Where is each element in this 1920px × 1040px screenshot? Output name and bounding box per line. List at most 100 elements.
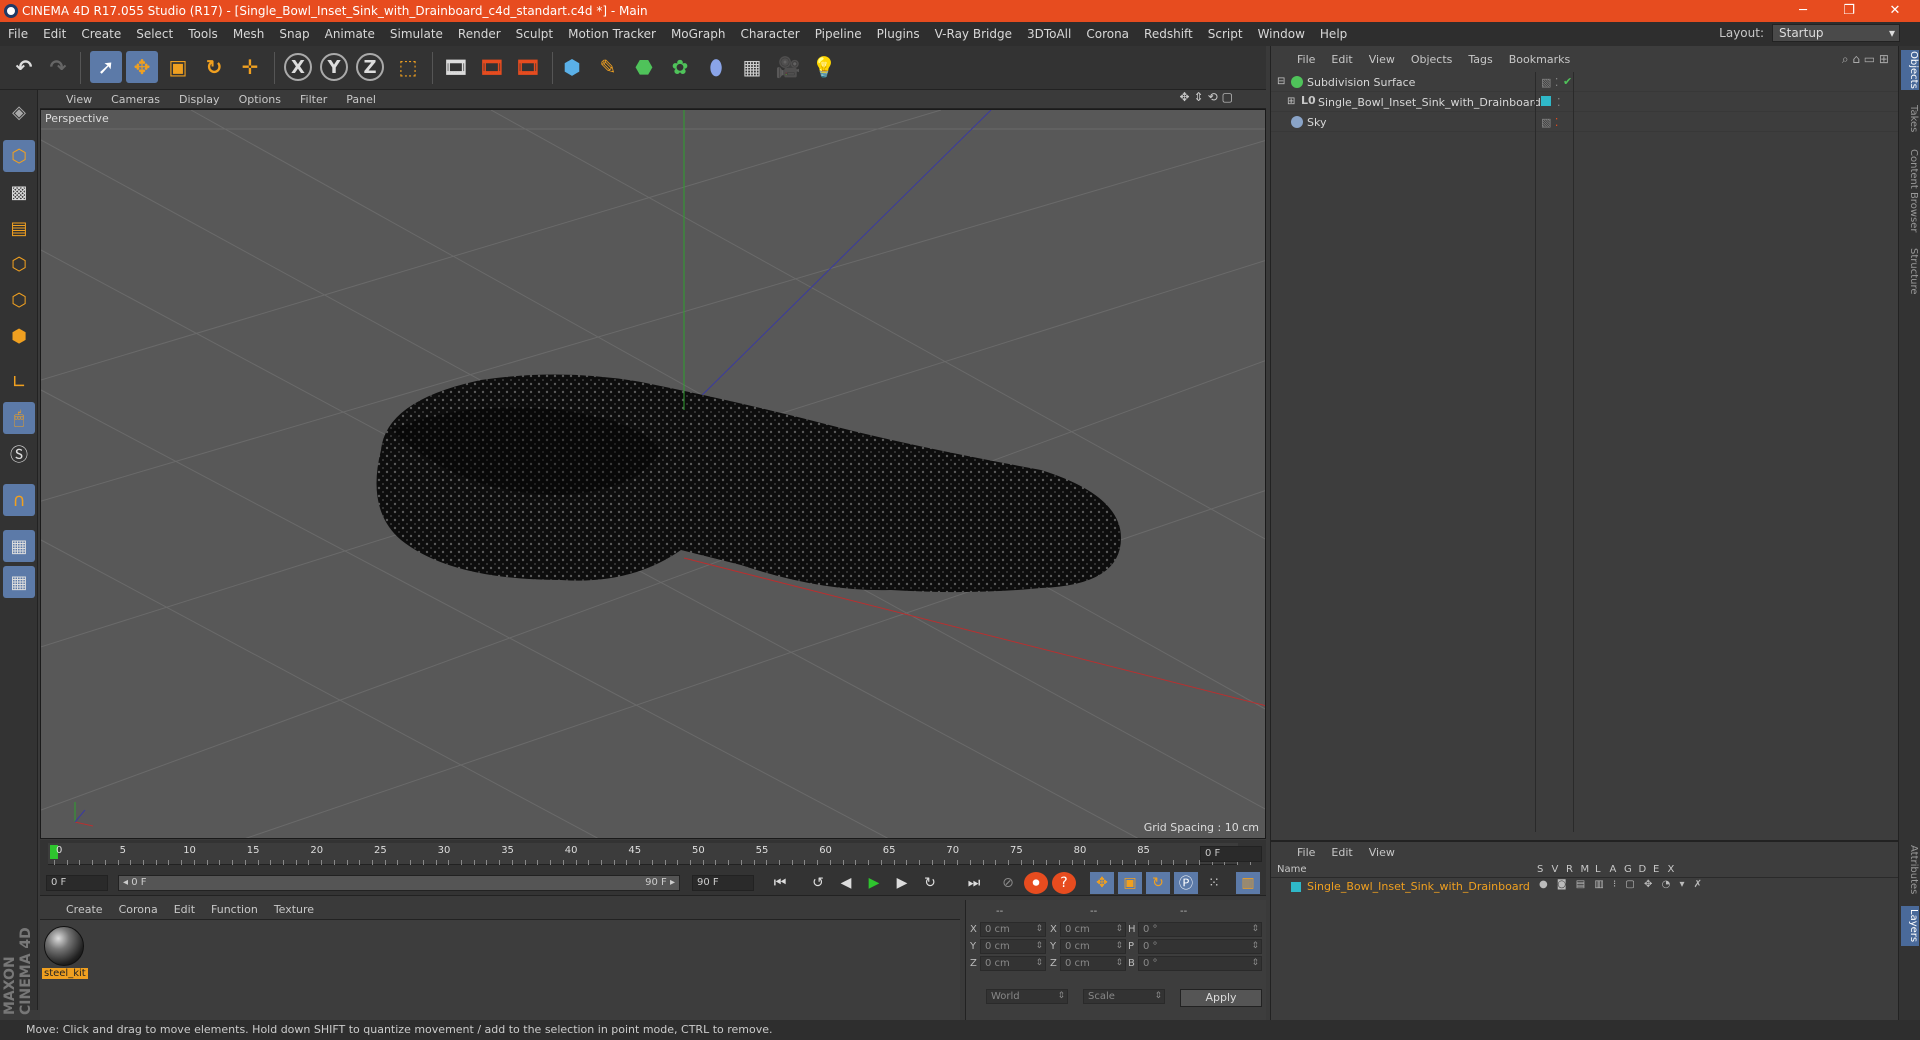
menu-create[interactable]: Create <box>81 27 121 41</box>
coord-value-field[interactable]: 0 cm <box>1060 939 1126 954</box>
material-preview-sphere[interactable] <box>44 926 84 966</box>
key-scale-icon[interactable]: ▣ <box>1118 872 1142 894</box>
sink-model[interactable] <box>376 374 1122 593</box>
menu-v-ray-bridge[interactable]: V-Ray Bridge <box>935 27 1012 41</box>
layer-menu-edit[interactable]: Edit <box>1331 846 1352 859</box>
rotate-tool-icon[interactable]: ↻ <box>198 51 230 83</box>
record-key-icon[interactable]: ⏺ <box>1024 872 1048 894</box>
collapse-icon[interactable]: ⊟ <box>1277 76 1285 87</box>
object-row-sky[interactable]: Sky ▧ ⁚ <box>1271 112 1899 132</box>
prev-key-icon[interactable]: ↺ <box>806 872 830 894</box>
menu-corona[interactable]: Corona <box>1086 27 1129 41</box>
make-editable-icon[interactable]: ◈ <box>3 96 35 128</box>
workplane-lock-icon[interactable]: ▦ <box>3 530 35 562</box>
texture-mode-icon[interactable]: ▩ <box>3 176 35 208</box>
key-rotation-icon[interactable]: ↻ <box>1146 872 1170 894</box>
visibility-dots-icon[interactable]: ▧ ⁚ <box>1541 116 1558 129</box>
layer-column-r[interactable]: R <box>1566 864 1573 875</box>
coord-mode-dropdown[interactable]: World <box>986 989 1068 1004</box>
layer-flag-icons[interactable]: ● ◙ ▤ ▥ ⁝ ▢ ✥ ◔ ▾ ✗ <box>1539 879 1705 890</box>
key-position-icon[interactable]: ✥ <box>1090 872 1114 894</box>
goto-end-icon[interactable]: ⏭ <box>962 872 986 894</box>
maximize-button[interactable]: ❐ <box>1826 0 1872 22</box>
layer-color-swatch[interactable] <box>1291 882 1301 892</box>
menu-redshift[interactable]: Redshift <box>1144 27 1193 41</box>
key-parameter-icon[interactable]: Ⓟ <box>1174 872 1198 894</box>
menu-edit[interactable]: Edit <box>43 27 66 41</box>
layer-menu-view[interactable]: View <box>1369 846 1395 859</box>
menu-file[interactable]: File <box>8 27 28 41</box>
layer-column-d[interactable]: D <box>1639 864 1647 875</box>
floor-icon[interactable]: ▦ <box>736 51 768 83</box>
viewport-menu-display[interactable]: Display <box>179 93 220 106</box>
timeline-window-icon[interactable]: ▥ <box>1236 872 1260 894</box>
auto-key-icon[interactable]: ? <box>1052 872 1076 894</box>
material-menu-texture[interactable]: Texture <box>274 903 314 916</box>
edges-mode-icon[interactable]: ⬡ <box>3 284 35 316</box>
points-mode-icon[interactable]: ⬡ <box>3 248 35 280</box>
layer-column-s[interactable]: S <box>1537 864 1543 875</box>
coord-value-field[interactable]: 0 cm <box>1060 922 1126 937</box>
menu-plugins[interactable]: Plugins <box>877 27 920 41</box>
next-frame-icon[interactable]: ▶ <box>890 872 914 894</box>
key-pla-icon[interactable]: ⁙ <box>1202 872 1226 894</box>
next-key-icon[interactable]: ↻ <box>918 872 942 894</box>
model-mode-icon[interactable]: ⬡ <box>3 140 35 172</box>
object-row-subdivision[interactable]: ⊟ Subdivision Surface ▧ ⁚ ✔ <box>1271 72 1899 92</box>
frame-range-slider[interactable]: ◂ 0 F 90 F ▸ <box>118 875 680 891</box>
layer-column-a[interactable]: A <box>1610 864 1617 875</box>
layer-column-x[interactable]: X <box>1668 864 1675 875</box>
viewport-menu-panel[interactable]: Panel <box>346 93 376 106</box>
coord-value-field[interactable]: 0 ° <box>1138 922 1262 937</box>
scale-tool-icon[interactable]: ▣ <box>162 51 194 83</box>
dock-tab-layers[interactable]: Layers <box>1901 906 1919 946</box>
viewport-menu-view[interactable]: View <box>66 93 92 106</box>
layer-column-e[interactable]: E <box>1653 864 1659 875</box>
viewport-menu-filter[interactable]: Filter <box>300 93 327 106</box>
object-menu-file[interactable]: File <box>1297 53 1315 66</box>
visibility-dots-icon[interactable]: ⁚ <box>1557 96 1561 109</box>
object-menu-bookmarks[interactable]: Bookmarks <box>1509 53 1570 66</box>
prev-frame-icon[interactable]: ◀ <box>834 872 858 894</box>
layer-column-l[interactable]: L <box>1595 864 1601 875</box>
timeline[interactable]: 051015202530354045505560657075808590 0 F <box>40 840 1266 870</box>
object-menu-tags[interactable]: Tags <box>1468 53 1492 66</box>
menu-simulate[interactable]: Simulate <box>390 27 443 41</box>
axis-mode-icon[interactable]: ∟ <box>3 366 35 398</box>
x-axis-lock-icon[interactable]: X <box>284 53 312 81</box>
z-axis-lock-icon[interactable]: Z <box>356 53 384 81</box>
coord-value-field[interactable]: 0 ° <box>1138 939 1262 954</box>
goto-start-icon[interactable]: ⏮ <box>768 872 792 894</box>
viewport-menu-cameras[interactable]: Cameras <box>111 93 160 106</box>
menu-render[interactable]: Render <box>458 27 501 41</box>
end-frame-field[interactable]: 90 F <box>692 875 754 891</box>
menu-snap[interactable]: Snap <box>279 27 309 41</box>
object-menu-edit[interactable]: Edit <box>1331 53 1352 66</box>
light-icon[interactable]: 💡 <box>808 51 840 83</box>
render-picture-viewer-icon[interactable]: 🎞 <box>476 51 508 83</box>
menu-window[interactable]: Window <box>1258 27 1305 41</box>
render-settings-icon[interactable]: 🎞 <box>512 51 544 83</box>
grid-snap-icon[interactable]: ▦ <box>3 566 35 598</box>
workplane-mode-icon[interactable]: ▤ <box>3 212 35 244</box>
menu-pipeline[interactable]: Pipeline <box>815 27 862 41</box>
layer-column-m[interactable]: M <box>1581 864 1590 875</box>
menu-3dtoall[interactable]: 3DToAll <box>1027 27 1071 41</box>
menu-sculpt[interactable]: Sculpt <box>516 27 553 41</box>
material-name[interactable]: steel_kit <box>42 968 88 979</box>
coord-value-field[interactable]: 0 cm <box>980 922 1046 937</box>
record-disabled-icon[interactable]: ⊘ <box>996 872 1020 894</box>
render-view-icon[interactable]: 🎞 <box>440 51 472 83</box>
pen-spline-icon[interactable]: ✎ <box>592 51 624 83</box>
menu-animate[interactable]: Animate <box>325 27 375 41</box>
material-menu-edit[interactable]: Edit <box>174 903 195 916</box>
menu-tools[interactable]: Tools <box>188 27 218 41</box>
material-menu-function[interactable]: Function <box>211 903 258 916</box>
start-frame-field[interactable]: 0 F <box>46 875 108 891</box>
coord-value-field[interactable]: 0 cm <box>980 939 1046 954</box>
perspective-viewport[interactable]: Perspective Grid Spacing : 10 cm <box>40 109 1266 839</box>
expand-icon[interactable]: ⊞ <box>1287 96 1295 107</box>
subdivision-surface-icon[interactable]: ⬣ <box>628 51 660 83</box>
dock-tab-structure[interactable]: Structure <box>1901 246 1919 296</box>
object-row-sink[interactable]: ⊞ L0 Single_Bowl_Inset_Sink_with_Drainbo… <box>1271 92 1899 112</box>
